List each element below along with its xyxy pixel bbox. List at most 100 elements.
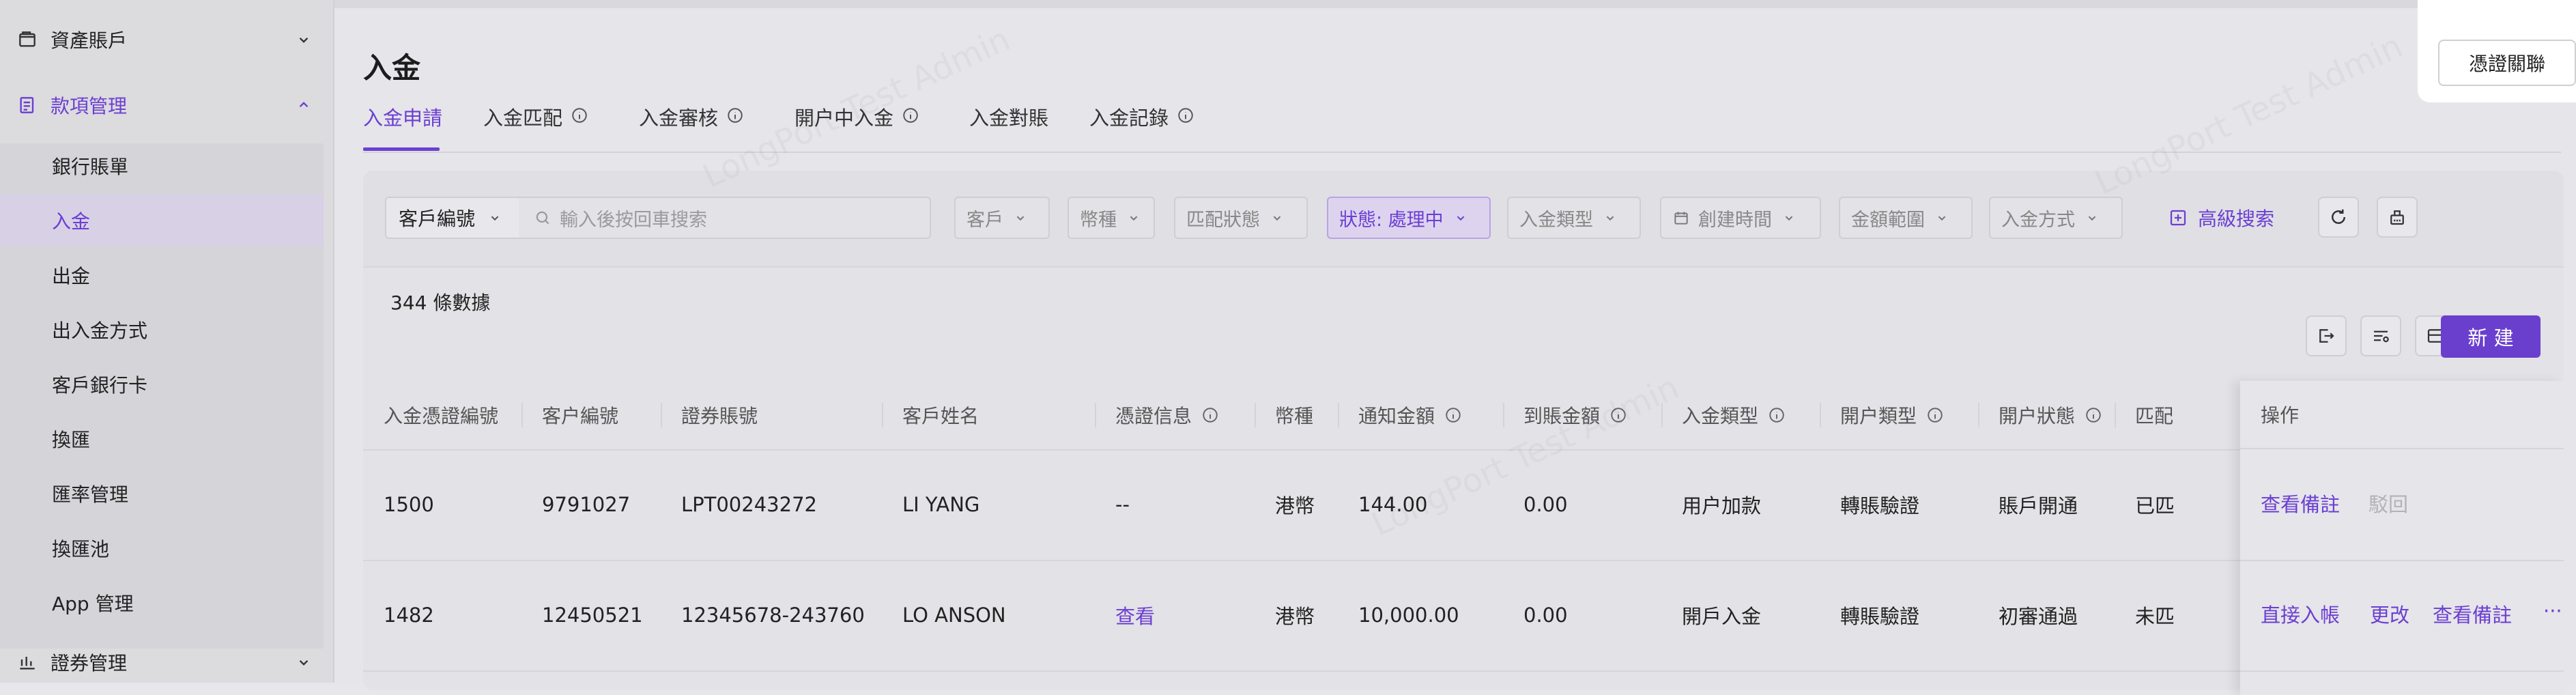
deposit-type-filter[interactable]: 入金類型 <box>1507 197 1641 239</box>
tab-deposit-review[interactable]: 入金審核 <box>639 102 744 152</box>
clear-filters-button[interactable] <box>2377 197 2418 238</box>
sidebar-group-label: 證券管理 <box>51 652 128 675</box>
tab-deposit-reconciliation[interactable]: 入金對賬 <box>969 102 1048 152</box>
advanced-search-label: 高級搜索 <box>2198 208 2275 230</box>
cell-notice-amount: 10,000.00 <box>1358 604 1459 627</box>
amount-range-filter[interactable]: 金額範圍 <box>1839 197 1973 239</box>
sidebar-item-label: 換匯 <box>52 429 91 451</box>
main-content: 入金 憑證關聯 入金申請 入金匹配 入金審核 開户中入金 入金對賬 入金記錄 客… <box>334 0 2576 695</box>
direct-post-link[interactable]: 直接入帳 <box>2261 599 2340 628</box>
cell-open-type: 轉賬驗證 <box>1840 605 1920 628</box>
refresh-icon <box>2332 209 2345 224</box>
record-count: 344 條數據 <box>390 292 491 314</box>
info-icon <box>1611 408 1626 423</box>
view-remark-link[interactable]: 查看備註 <box>2433 599 2512 628</box>
column-header[interactable]: 開户狀態 <box>1978 381 2115 449</box>
sidebar-item-exchange-pool[interactable]: 換匯池 <box>0 522 324 574</box>
tab-label: 入金對賬 <box>969 107 1049 130</box>
column-label: 客户編號 <box>542 405 619 427</box>
search-field-select[interactable]: 客戶編號 <box>385 197 520 239</box>
cell-deposit-type: 用户加款 <box>1682 494 1762 517</box>
currency-filter[interactable]: 幣種 <box>1068 197 1155 239</box>
column-header[interactable]: 入金憑證編號 <box>363 381 521 449</box>
column-header[interactable]: 通知金額 <box>1338 381 1503 449</box>
sidebar-item-customer-bank-card[interactable]: 客戶銀行卡 <box>0 358 324 410</box>
ledger-icon <box>20 97 34 113</box>
sidebar-item-withdrawal[interactable]: 出金 <box>0 249 324 301</box>
column-header[interactable]: 客戶姓名 <box>882 381 1095 449</box>
table-row: 1500 9791027 LPT00243272 LI YANG -- 港幣 1… <box>363 449 2564 561</box>
sidebar-item-bank-statement[interactable]: 銀行賬單 <box>0 140 324 192</box>
search-icon <box>536 211 549 225</box>
sidebar-item-rate-management[interactable]: 匯率管理 <box>0 468 324 520</box>
chevron-down-icon <box>1785 216 1793 221</box>
cell-received-amount: 0.00 <box>1523 604 1568 627</box>
chevron-down-icon <box>1273 216 1281 221</box>
column-header[interactable]: 到賬金額 <box>1503 381 1661 449</box>
cell-customer-name: LO ANSON <box>902 604 1006 627</box>
column-header[interactable]: 入金類型 <box>1661 381 1820 449</box>
column-header[interactable]: 匹配 <box>2115 381 2240 449</box>
table-header: 入金憑證編號 客户編號 證券賬號 客戶姓名 憑證信息 幣種 通知金額 到賬金額 … <box>363 381 2564 451</box>
column-label: 客戶姓名 <box>902 405 979 427</box>
sidebar-item-app-management[interactable]: App 管理 <box>0 577 324 629</box>
chevron-down-icon <box>299 659 309 666</box>
column-header[interactable]: 證券賬號 <box>661 381 882 449</box>
search-input[interactable]: 輸入後按回車搜索 <box>519 197 931 239</box>
created-time-filter[interactable]: 創建時間 <box>1660 197 1821 239</box>
column-header[interactable]: 客户編號 <box>521 381 661 449</box>
sidebar: 資產賬戶 款項管理 銀行賬單 入金 出金 出入金方式 客戶銀行卡 換匯 匯率管理… <box>0 0 334 683</box>
export-button[interactable] <box>2306 315 2347 356</box>
advanced-search-button[interactable]: 高級搜索 <box>2168 197 2274 239</box>
tab-deposit-matching[interactable]: 入金匹配 <box>483 102 588 152</box>
search-placeholder: 輸入後按回車搜索 <box>560 209 707 231</box>
filter-label: 匹配狀態 <box>1186 209 1260 231</box>
sidebar-item-deposit[interactable]: 入金 <box>0 195 324 246</box>
sidebar-item-payment-methods[interactable]: 出入金方式 <box>0 304 324 356</box>
filter-bar: 客戶編號 輸入後按回車搜索 客戶 幣種 匹配狀態 狀態: 處理中 入金類型 創建… <box>363 171 2564 268</box>
tab-deposit-application[interactable]: 入金申請 <box>363 102 442 152</box>
info-icon <box>1178 108 1193 123</box>
info-icon <box>1203 408 1218 423</box>
sidebar-item-label: 銀行賬單 <box>52 156 129 178</box>
tab-deposit-records[interactable]: 入金記錄 <box>1089 102 1194 152</box>
modify-link[interactable]: 更改 <box>2370 599 2409 628</box>
chevron-down-icon <box>1606 216 1614 221</box>
customer-filter[interactable]: 客戶 <box>954 197 1050 239</box>
sidebar-item-exchange[interactable]: 換匯 <box>0 413 324 465</box>
sidebar-group-payments[interactable]: 款項管理 <box>0 85 333 126</box>
sidebar-group-securities[interactable]: 證券管理 <box>0 642 333 683</box>
view-voucher-link[interactable]: 查看 <box>1095 560 1255 670</box>
sidebar-group-asset-accounts[interactable]: 資產賬戶 <box>0 19 333 60</box>
voucher-link-button[interactable]: 憑證關聯 <box>2438 40 2576 86</box>
refresh-button[interactable] <box>2318 197 2359 238</box>
more-actions-link[interactable]: ··· <box>2543 599 2562 623</box>
filter-settings-button[interactable] <box>2360 315 2401 356</box>
info-icon <box>903 108 918 123</box>
column-label: 到賬金額 <box>1523 405 1601 427</box>
chevron-down-icon <box>491 216 499 221</box>
column-header[interactable]: 開户類型 <box>1820 381 1978 449</box>
info-icon <box>728 108 743 123</box>
status-filter[interactable]: 狀態: 處理中 <box>1327 197 1491 239</box>
new-button[interactable]: 新 建 <box>2441 315 2541 358</box>
sidebar-group-label: 款項管理 <box>51 95 128 117</box>
column-label: 開户類型 <box>1840 405 1917 427</box>
deposit-method-filter[interactable]: 入金方式 <box>1989 197 2123 239</box>
tab-account-opening-deposit[interactable]: 開户中入金 <box>795 102 919 152</box>
cell-open-status: 初審通過 <box>1999 605 2078 628</box>
info-icon <box>1928 408 1943 423</box>
filter-label: 金額範圍 <box>1851 209 1925 231</box>
cell-customer-no: 9791027 <box>542 493 631 516</box>
calendar-icon <box>1674 212 1688 225</box>
column-header[interactable]: 幣種 <box>1255 381 1338 449</box>
table-row: 1482 12450521 12345678-243760 LO ANSON 查… <box>363 560 2564 672</box>
column-label: 匹配 <box>2135 405 2174 427</box>
match-status-filter[interactable]: 匹配狀態 <box>1174 197 1308 239</box>
view-remark-link[interactable]: 查看備註 <box>2261 489 2340 517</box>
content-card: 客戶編號 輸入後按回車搜索 客戶 幣種 匹配狀態 狀態: 處理中 入金類型 創建… <box>363 171 2564 695</box>
cell-notice-amount: 144.00 <box>1358 493 1428 516</box>
column-header[interactable]: 憑證信息 <box>1095 381 1255 449</box>
securities-icon <box>20 657 35 670</box>
cell-securities-account: 12345678-243760 <box>681 604 865 627</box>
